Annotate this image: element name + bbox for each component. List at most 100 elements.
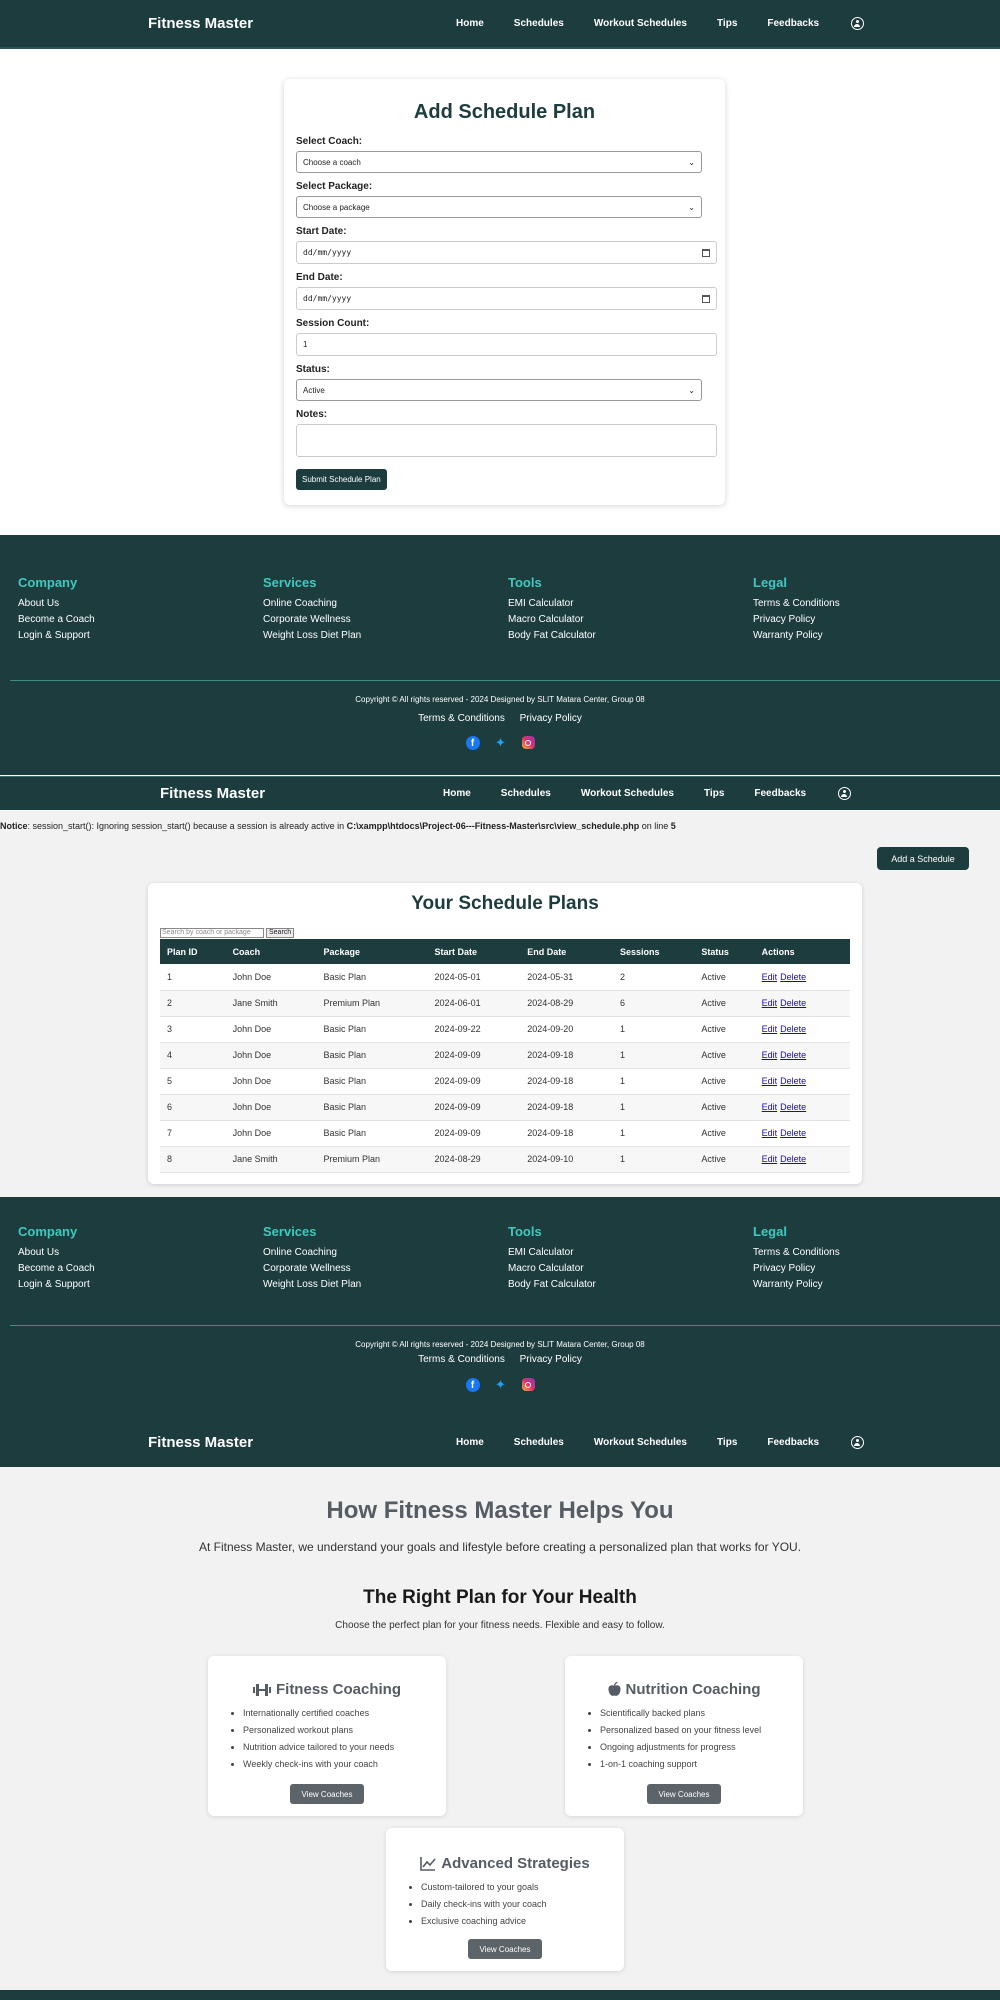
- delete-link[interactable]: Delete: [780, 1128, 806, 1138]
- end-date-input[interactable]: dd/mm/yyyy: [296, 287, 717, 310]
- footer-bottom-links: Terms & Conditions Privacy Policy: [0, 713, 1000, 724]
- delete-link[interactable]: Delete: [780, 1154, 806, 1164]
- delete-link[interactable]: Delete: [780, 972, 806, 982]
- nav-link-workout-schedules[interactable]: Workout Schedules: [581, 788, 674, 799]
- footer-link[interactable]: Become a Coach: [18, 614, 263, 625]
- footer-link[interactable]: Body Fat Calculator: [508, 1279, 753, 1290]
- delete-link[interactable]: Delete: [780, 998, 806, 1008]
- facebook-icon[interactable]: f: [465, 1378, 480, 1392]
- delete-link[interactable]: Delete: [780, 1076, 806, 1086]
- delete-link[interactable]: Delete: [780, 1024, 806, 1034]
- view-coaches-button[interactable]: View Coaches: [290, 1784, 364, 1804]
- table-cell: Active: [694, 1094, 755, 1121]
- footer-link[interactable]: Online Coaching: [263, 1247, 508, 1258]
- search-button[interactable]: Search: [266, 928, 295, 938]
- instagram-icon[interactable]: [521, 1378, 535, 1391]
- nav-link-tips[interactable]: Tips: [717, 1437, 737, 1448]
- edit-link[interactable]: Edit: [762, 1050, 778, 1060]
- nav-link-feedbacks[interactable]: Feedbacks: [767, 1437, 819, 1448]
- nav-link-home[interactable]: Home: [456, 18, 484, 29]
- instagram-icon[interactable]: [521, 736, 535, 749]
- notes-textarea[interactable]: [296, 424, 717, 457]
- notice-mid: on line: [639, 821, 671, 831]
- terms-link[interactable]: Terms & Conditions: [418, 713, 505, 724]
- footer-link[interactable]: EMI Calculator: [508, 1247, 753, 1258]
- twitter-icon[interactable]: ✦: [494, 736, 508, 750]
- footer-link[interactable]: Corporate Wellness: [263, 1263, 508, 1274]
- calendar-icon[interactable]: [702, 248, 710, 257]
- table-cell: 8: [160, 1146, 226, 1173]
- add-schedule-button[interactable]: Add a Schedule: [877, 847, 969, 870]
- list-item: Internationally certified coaches: [243, 1708, 446, 1718]
- footer-link[interactable]: Login & Support: [18, 1279, 263, 1290]
- footer-link[interactable]: Become a Coach: [18, 1263, 263, 1274]
- edit-link[interactable]: Edit: [762, 1128, 778, 1138]
- nav-link-workout-schedules[interactable]: Workout Schedules: [594, 18, 687, 29]
- nav-link-home[interactable]: Home: [443, 788, 471, 799]
- twitter-icon[interactable]: ✦: [494, 1378, 508, 1392]
- nav-link-tips[interactable]: Tips: [717, 18, 737, 29]
- brand-logo[interactable]: Fitness Master: [160, 785, 265, 802]
- footer-link[interactable]: Terms & Conditions: [753, 598, 998, 609]
- list-item: Personalized based on your fitness level: [600, 1725, 803, 1735]
- coach-select[interactable]: Choose a coach ⌄: [296, 151, 702, 173]
- nav-link-schedules[interactable]: Schedules: [501, 788, 551, 799]
- brand-logo[interactable]: Fitness Master: [148, 1434, 253, 1451]
- footer-link[interactable]: Warranty Policy: [753, 1279, 998, 1290]
- footer-link[interactable]: Online Coaching: [263, 598, 508, 609]
- status-select[interactable]: Active ⌄: [296, 379, 702, 401]
- footer-link[interactable]: Macro Calculator: [508, 614, 753, 625]
- facebook-icon[interactable]: f: [465, 736, 480, 750]
- footer-link[interactable]: Login & Support: [18, 630, 263, 641]
- user-circle-icon[interactable]: [838, 787, 852, 800]
- footer-link[interactable]: Body Fat Calculator: [508, 630, 753, 641]
- footer-link[interactable]: Corporate Wellness: [263, 614, 508, 625]
- footer-link[interactable]: Weight Loss Diet Plan: [263, 630, 508, 641]
- privacy-link[interactable]: Privacy Policy: [520, 713, 582, 724]
- edit-link[interactable]: Edit: [762, 972, 778, 982]
- footer-link[interactable]: Terms & Conditions: [753, 1247, 998, 1258]
- edit-link[interactable]: Edit: [762, 1154, 778, 1164]
- delete-link[interactable]: Delete: [780, 1050, 806, 1060]
- edit-link[interactable]: Edit: [762, 1102, 778, 1112]
- table-row: 6 John Doe Basic Plan 2024-09-09 2024-09-18 1…: [160, 1094, 850, 1121]
- column-header: End Date: [527, 946, 567, 957]
- table-cell: 2024-09-09: [427, 1068, 521, 1095]
- footer-link[interactable]: Warranty Policy: [753, 630, 998, 641]
- nav-link-schedules[interactable]: Schedules: [514, 1437, 564, 1448]
- session-count-input[interactable]: 1: [296, 333, 717, 356]
- nav-link-tips[interactable]: Tips: [704, 788, 724, 799]
- footer-link[interactable]: About Us: [18, 598, 263, 609]
- nav-link-feedbacks[interactable]: Feedbacks: [754, 788, 806, 799]
- delete-link[interactable]: Delete: [780, 1102, 806, 1112]
- calendar-icon[interactable]: [702, 294, 710, 303]
- nav-link-workout-schedules[interactable]: Workout Schedules: [594, 1437, 687, 1448]
- privacy-link[interactable]: Privacy Policy: [520, 1354, 582, 1365]
- edit-link[interactable]: Edit: [762, 998, 778, 1008]
- nav-link-schedules[interactable]: Schedules: [514, 18, 564, 29]
- edit-link[interactable]: Edit: [762, 1076, 778, 1086]
- footer-link[interactable]: Privacy Policy: [753, 1263, 998, 1274]
- nav-link-feedbacks[interactable]: Feedbacks: [767, 18, 819, 29]
- package-select[interactable]: Choose a package ⌄: [296, 196, 702, 218]
- view-coaches-button[interactable]: View Coaches: [647, 1784, 721, 1804]
- table-cell: Basic Plan: [316, 964, 428, 991]
- search-input[interactable]: Search by coach or package: [160, 928, 264, 938]
- terms-link[interactable]: Terms & Conditions: [418, 1354, 505, 1365]
- brand-logo[interactable]: Fitness Master: [148, 15, 253, 32]
- user-circle-icon[interactable]: [851, 17, 865, 30]
- table-header-row: Plan ID Coach Package Start Date End Dat…: [160, 939, 850, 964]
- footer-link[interactable]: EMI Calculator: [508, 598, 753, 609]
- footer-link[interactable]: Weight Loss Diet Plan: [263, 1279, 508, 1290]
- table-row: 4 John Doe Basic Plan 2024-09-09 2024-09-18 1…: [160, 1042, 850, 1069]
- footer-link[interactable]: Privacy Policy: [753, 614, 998, 625]
- footer-link[interactable]: About Us: [18, 1247, 263, 1258]
- submit-schedule-button[interactable]: Submit Schedule Plan: [296, 469, 387, 490]
- edit-link[interactable]: Edit: [762, 1024, 778, 1034]
- user-circle-icon[interactable]: [851, 1435, 865, 1449]
- start-date-input[interactable]: dd/mm/yyyy: [296, 241, 717, 264]
- plan-card-fitness: Fitness Coaching Internationally certifi…: [208, 1656, 446, 1816]
- view-coaches-button[interactable]: View Coaches: [468, 1939, 542, 1959]
- footer-link[interactable]: Macro Calculator: [508, 1263, 753, 1274]
- nav-link-home[interactable]: Home: [456, 1437, 484, 1448]
